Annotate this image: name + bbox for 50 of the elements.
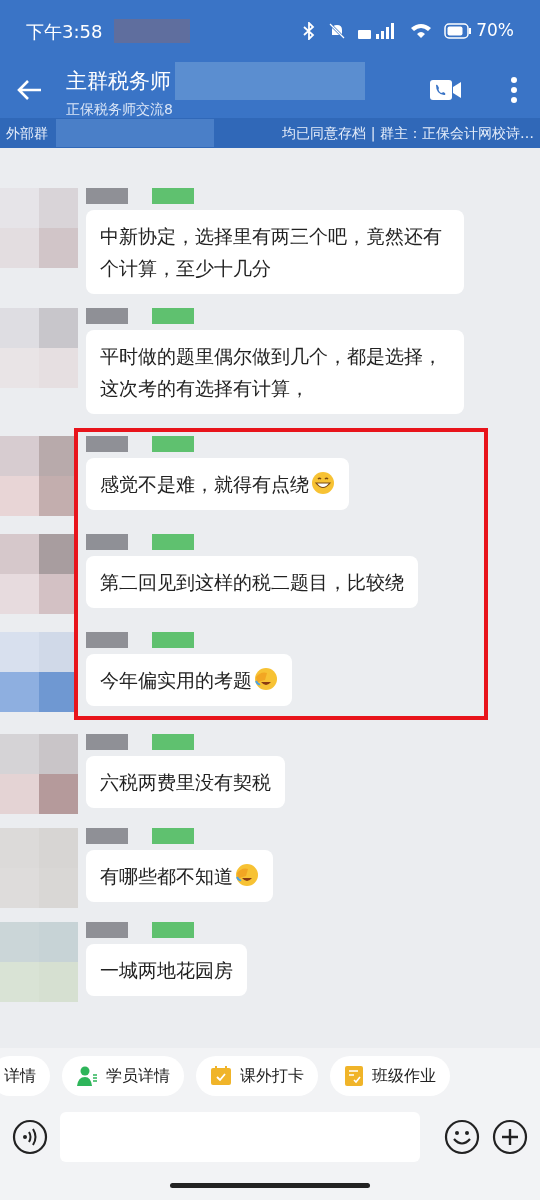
blurred-name	[152, 922, 194, 938]
blurred-name	[152, 828, 194, 844]
blurred-name	[152, 308, 194, 324]
facepalm-emoji-icon	[254, 667, 278, 691]
group-type-label: 外部群	[6, 123, 48, 143]
message-bubble: 一城两地花园房	[86, 944, 247, 996]
message-bubble: 平时做的题里偶尔做到几个，都是选择，这次考的有选择有计算，	[86, 330, 464, 414]
blurred-name	[86, 308, 128, 324]
blurred-name	[86, 188, 128, 204]
blurred-name	[86, 632, 128, 648]
bluetooth-icon	[302, 22, 317, 40]
message-bubble: 今年偏实用的考题	[86, 654, 292, 706]
video-call-icon[interactable]	[430, 79, 462, 101]
blurred-name	[152, 436, 194, 452]
quick-action-chip[interactable]: 学员详情	[62, 1056, 184, 1096]
group-info-text: 均已同意存档 | 群主：正保会计网校诗…	[282, 123, 534, 144]
quick-action-chip[interactable]: 详情	[0, 1056, 50, 1096]
message-bubble: 感觉不是难，就得有点绕	[86, 458, 349, 510]
wifi-icon	[410, 23, 433, 39]
quick-action-chip[interactable]: 课外打卡	[196, 1056, 318, 1096]
message-bubble: 有哪些都不知道	[86, 850, 273, 902]
note-check-icon	[344, 1065, 364, 1087]
more-options-icon[interactable]	[510, 77, 518, 103]
blurred-name	[86, 436, 128, 452]
blurred-name	[86, 922, 128, 938]
message-bubble: 六税两费里没有契税	[86, 756, 285, 808]
blurred-name	[86, 734, 128, 750]
bell-muted-icon	[328, 22, 347, 40]
battery-percent: 70%	[476, 19, 514, 43]
voice-input-icon[interactable]	[12, 1119, 48, 1155]
blurred-name	[86, 534, 128, 550]
status-time: 下午3:58	[26, 19, 103, 44]
message-bubble: 中新协定，选择里有两三个吧，竟然还有个计算，至少十几分	[86, 210, 464, 294]
chat-title: 主群税务师	[66, 68, 171, 95]
quick-action-chip[interactable]: 班级作业	[330, 1056, 450, 1096]
chat-subtitle: 正保税务师交流8	[66, 100, 174, 118]
emoji-icon[interactable]	[444, 1119, 480, 1155]
blurred-name	[152, 188, 194, 204]
blurred-name	[152, 534, 194, 550]
battery-icon	[444, 23, 473, 39]
facepalm-emoji-icon	[235, 863, 259, 887]
grin-emoji-icon	[311, 471, 335, 495]
plus-icon[interactable]	[492, 1119, 528, 1155]
blurred-name	[152, 734, 194, 750]
blurred-name	[86, 828, 128, 844]
calendar-check-icon	[210, 1065, 232, 1087]
person-icon	[76, 1065, 98, 1087]
message-bubble: 第二回见到这样的税二题目，比较绕	[86, 556, 418, 608]
blurred-name	[152, 632, 194, 648]
back-arrow-icon[interactable]	[16, 79, 42, 101]
